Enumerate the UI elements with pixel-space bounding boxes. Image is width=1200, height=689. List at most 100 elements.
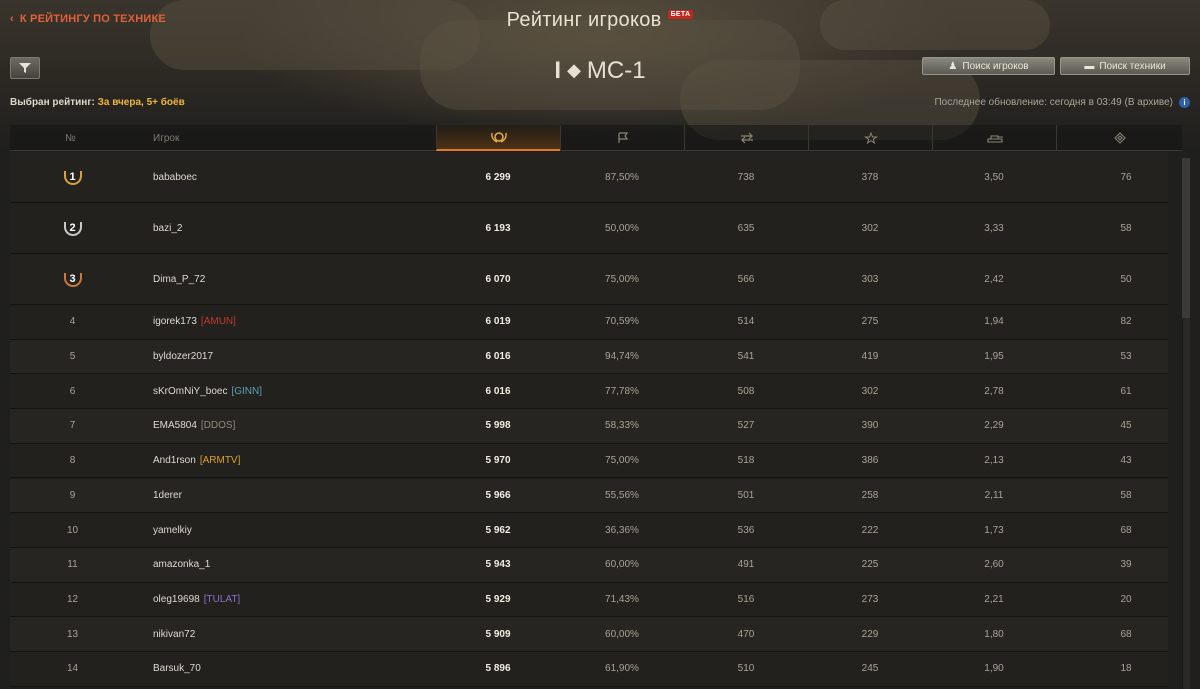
table-row[interactable]: 6 sKrOmNiY_boec [GINN] 6 016 77,78% 508 302 2,7… xyxy=(10,374,1168,410)
player-cell: sKrOmNiY_boec [GINN] xyxy=(153,374,433,408)
column-spotted-header[interactable] xyxy=(1056,125,1182,151)
rank-cell: 12 xyxy=(66,593,79,605)
search-players-button[interactable]: ♟ Поиск игроков xyxy=(922,57,1055,75)
experience-cell: 386 xyxy=(861,455,879,467)
player-name-link[interactable]: oleg19698 xyxy=(153,594,200,605)
experience-cell: 303 xyxy=(861,273,879,285)
frags-cell: 2,78 xyxy=(984,385,1004,397)
info-icon[interactable]: i xyxy=(1179,97,1190,108)
experience-cell: 419 xyxy=(861,351,879,363)
rank-number: 3 xyxy=(69,273,76,285)
table-row[interactable]: 7 EMA5804 [DDOS] 5 998 58,33% 527 390 2,29 45 xyxy=(10,409,1168,444)
table-row[interactable]: 1 bababoec 6 299 87,50% 738 378 3,50 76 xyxy=(10,152,1168,203)
player-name-link[interactable]: 1derer xyxy=(153,490,182,501)
rating-cell: 5 962 xyxy=(485,524,511,536)
player-name-link[interactable]: Dima_P_72 xyxy=(153,274,205,285)
player-cell: Dima_P_72 xyxy=(153,254,433,304)
table-row[interactable]: 10 yamelkiy 5 962 36,36% 536 222 1,73 68 xyxy=(10,513,1168,548)
rating-cell: 6 019 xyxy=(485,316,511,328)
table-row[interactable]: 8 And1rson [ARMTV] 5 970 75,00% 518 386 2,13 43 xyxy=(10,443,1168,479)
player-name-link[interactable]: amazonka_1 xyxy=(153,559,210,570)
column-rank-header[interactable]: № xyxy=(65,125,76,151)
winrate-cell: 61,90% xyxy=(605,663,639,675)
search-vehicles-button[interactable]: ▬ Поиск техники xyxy=(1060,57,1190,75)
rating-cell: 5 896 xyxy=(485,663,511,675)
spotted-cell: 68 xyxy=(1120,524,1132,536)
player-name-link[interactable]: EMA5804 xyxy=(153,420,197,431)
rating-cell: 5 966 xyxy=(485,489,511,501)
table-row[interactable]: 5 byldozer2017 6 016 94,74% 541 419 1,95 53 xyxy=(10,339,1168,375)
damage-cell: 527 xyxy=(737,420,755,432)
experience-cell: 378 xyxy=(861,171,879,183)
player-cell: igorek173 [AMUN] xyxy=(153,305,433,339)
damage-cell: 536 xyxy=(737,524,755,536)
player-cell: bazi_2 xyxy=(153,203,433,253)
rank-medal-icon: 1 xyxy=(63,168,82,186)
rating-cell: 5 929 xyxy=(485,593,511,605)
spotted-cell: 39 xyxy=(1120,559,1132,571)
spotted-cell: 61 xyxy=(1120,385,1132,397)
scrollbar-thumb[interactable] xyxy=(1182,158,1190,318)
player-name-link[interactable]: bababoec xyxy=(153,172,197,183)
clan-tag-link[interactable]: [AMUN] xyxy=(201,316,236,327)
player-cell: nikivan72 xyxy=(153,617,433,651)
column-frags-header[interactable] xyxy=(932,125,1056,151)
table-row[interactable]: 4 igorek173 [AMUN] 6 019 70,59% 514 275 1,94 82 xyxy=(10,305,1168,340)
table-row[interactable]: 3 Dima_P_72 6 070 75,00% 566 303 2,42 50 xyxy=(10,254,1168,305)
clan-tag-link[interactable]: [DDOS] xyxy=(201,420,235,431)
clan-tag-link[interactable]: [TULAT] xyxy=(204,594,240,605)
column-winrate-header[interactable] xyxy=(560,125,684,151)
rating-laurel-icon xyxy=(490,132,507,143)
table-row[interactable]: 9 1derer 5 966 55,56% 501 258 2,11 58 xyxy=(10,478,1168,514)
frags-cell: 1,95 xyxy=(984,351,1004,363)
experience-cell: 225 xyxy=(861,559,879,571)
table-row[interactable]: 13 nikivan72 5 909 60,00% 470 229 1,80 68 xyxy=(10,617,1168,652)
clan-tag-link[interactable]: [GINN] xyxy=(231,386,262,397)
winrate-cell: 71,43% xyxy=(605,593,639,605)
column-experience-header[interactable] xyxy=(808,125,932,151)
beta-badge: БЕТА xyxy=(667,10,694,19)
player-name-link[interactable]: bazi_2 xyxy=(153,223,182,234)
spotted-cell: 58 xyxy=(1120,489,1132,501)
spotted-cell: 68 xyxy=(1120,628,1132,640)
player-name-link[interactable]: Barsuk_70 xyxy=(153,663,201,674)
table-row[interactable]: 14 Barsuk_70 5 896 61,90% 510 245 1,90 18 xyxy=(10,652,1168,687)
player-name-link[interactable]: And1rson xyxy=(153,455,196,466)
table-row[interactable]: 2 bazi_2 6 193 50,00% 635 302 3,33 58 xyxy=(10,203,1168,254)
frags-cell: 1,90 xyxy=(984,663,1004,675)
rank-number: 1 xyxy=(69,171,76,183)
spotted-cell: 76 xyxy=(1120,171,1132,183)
rank-cell: 13 xyxy=(66,628,79,640)
vehicle-name: МС-1 xyxy=(586,57,646,84)
clan-tag-link[interactable]: [ARMTV] xyxy=(200,455,241,466)
damage-cell: 508 xyxy=(737,385,755,397)
player-name-link[interactable]: yamelkiy xyxy=(153,525,192,536)
column-damage-header[interactable] xyxy=(684,125,808,151)
player-name-link[interactable]: nikivan72 xyxy=(153,629,195,640)
rating-cell: 6 016 xyxy=(485,351,511,363)
player-name-link[interactable]: igorek173 xyxy=(153,316,197,327)
experience-cell: 302 xyxy=(861,222,879,234)
selected-rating-value[interactable]: За вчера, 5+ боёв xyxy=(98,97,185,108)
table-row[interactable]: 12 oleg19698 [TULAT] 5 929 71,43% 516 273 2,21 2… xyxy=(10,582,1168,618)
winrate-cell: 70,59% xyxy=(605,316,639,328)
spotted-cell: 43 xyxy=(1120,455,1132,467)
rank-medal-icon: 2 xyxy=(63,219,82,237)
winrate-cell: 36,36% xyxy=(605,524,639,536)
winrate-cell: 60,00% xyxy=(605,628,639,640)
player-name-link[interactable]: byldozer2017 xyxy=(153,351,213,362)
frags-cell: 1,73 xyxy=(984,524,1004,536)
frags-cell: 2,60 xyxy=(984,559,1004,571)
frags-cell: 2,11 xyxy=(984,489,1004,501)
star-icon xyxy=(863,132,878,144)
rank-cell: 5 xyxy=(69,351,76,363)
table-row[interactable]: 11 amazonka_1 5 943 60,00% 491 225 2,60 39 xyxy=(10,547,1168,583)
light-tank-class-icon: ◆ xyxy=(567,60,581,80)
vehicle-tier: I xyxy=(554,57,562,84)
player-icon: ♟ xyxy=(948,60,958,72)
experience-cell: 258 xyxy=(861,489,879,501)
frags-cell: 2,42 xyxy=(984,273,1004,285)
player-name-link[interactable]: sKrOmNiY_boec xyxy=(153,386,227,397)
column-player-header[interactable]: Игрок xyxy=(153,125,179,151)
column-rating-header[interactable] xyxy=(436,125,560,151)
